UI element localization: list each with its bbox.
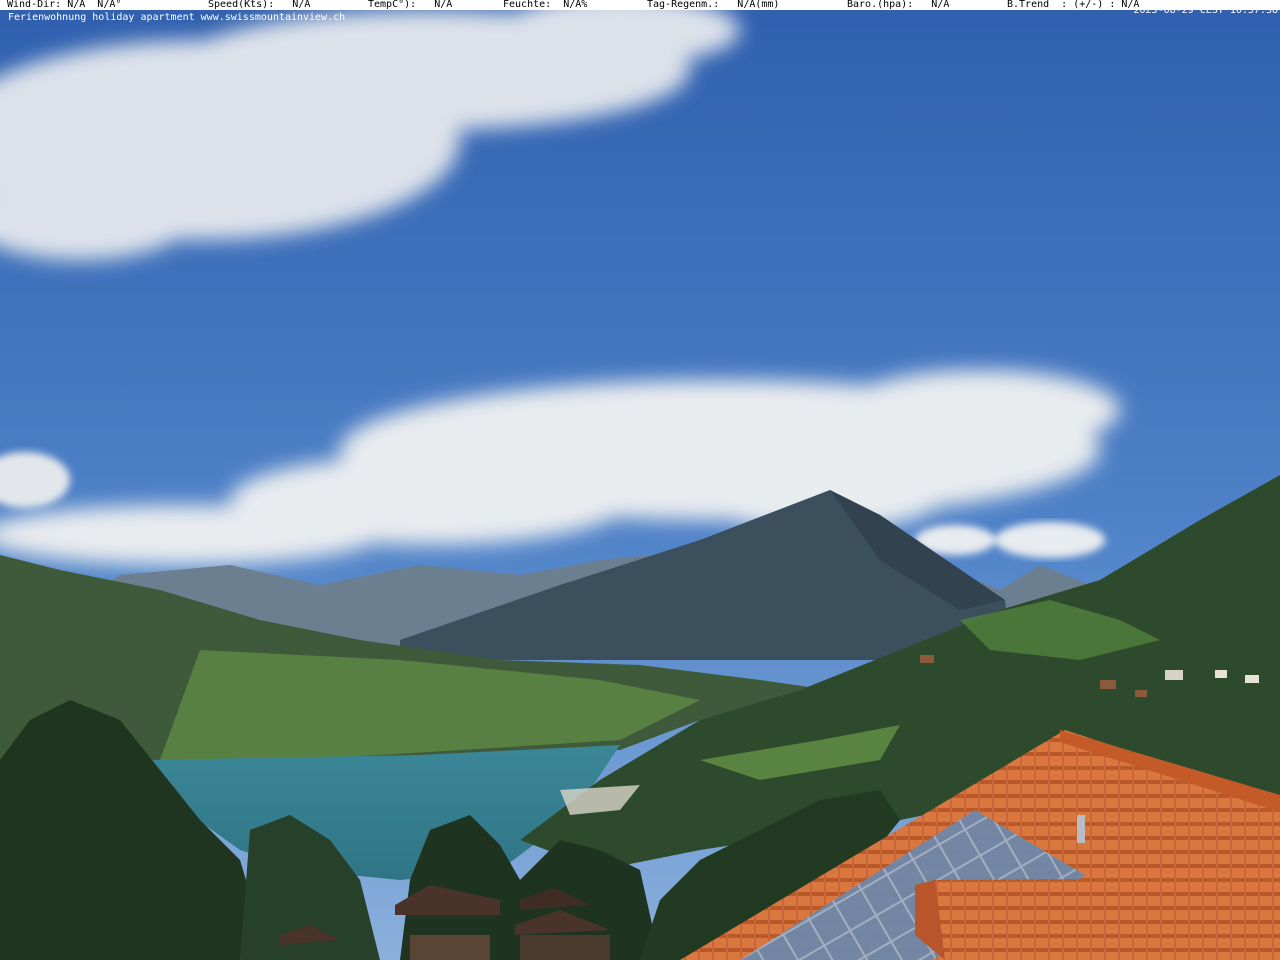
wind-direction-readout: Wind-Dir: N/A N/A° [7,0,122,10]
rain-readout: Tag-Regenm.: N/A(mm) [647,0,780,10]
caption-text: Ferienwohnung holiday apartment www.swis… [8,12,346,23]
wind-speed-readout: Speed(Kts): N/A [208,0,311,10]
temperature-readout: TempC°): N/A [368,0,453,10]
webcam-scene [0,0,1280,960]
pressure-readout: Baro.(hpa): N/A [847,0,950,10]
weather-data-bar: Wind-Dir: N/A N/A° Speed(Kts): N/A TempC… [0,0,1280,10]
pressure-trend-readout: B.Trend : (+/-) : N/A [1007,0,1140,10]
roof-lower [915,878,1280,960]
humidity-readout: Feuchte: N/A% [503,0,588,10]
timestamp: 2025-08-29 CEST 10:57:38 [1133,5,1279,16]
chimney-pipe [1077,815,1085,843]
